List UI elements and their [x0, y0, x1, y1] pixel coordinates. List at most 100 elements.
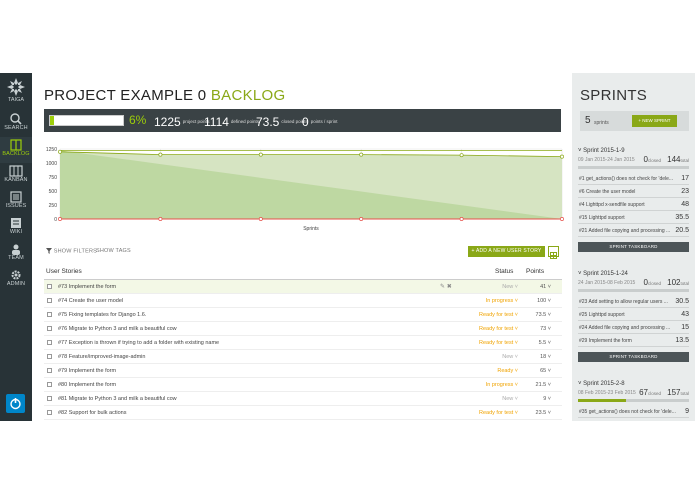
delete-icon[interactable]: ✖ — [445, 284, 452, 290]
status-dropdown[interactable]: Ready for test ˅ — [479, 340, 518, 346]
nav-item-backlog[interactable]: BACKLOG — [0, 137, 32, 163]
row-checkbox[interactable] — [47, 284, 52, 289]
sprint-story-item[interactable]: #1 get_actions() does not check for 'del… — [578, 172, 689, 185]
nav-item-kanban[interactable]: KANBAN — [0, 163, 32, 189]
col-user-stories[interactable]: User Stories — [46, 268, 82, 275]
row-checkbox[interactable] — [47, 368, 52, 373]
status-dropdown[interactable]: In progress ˅ — [486, 382, 518, 388]
row-checkbox[interactable] — [47, 354, 52, 359]
power-button[interactable] — [6, 394, 25, 413]
stat-label: points / sprint — [310, 119, 338, 125]
sprint-story-item[interactable]: #21 Added file copying and processing ..… — [578, 224, 689, 237]
table-row[interactable]: #75 Fixing templates for Django 1.6. Read… — [44, 308, 562, 322]
sprint-story-item[interactable]: #6 Create the user model 23 — [578, 185, 689, 198]
table-row[interactable]: #73 Implement the form ✎ ✖ New ˅ 41 ˅ — [44, 280, 562, 294]
points-dropdown[interactable]: 5.5 ˅ — [539, 340, 551, 346]
show-filters-button[interactable]: SHOW FILTERS — [46, 248, 97, 254]
sprint-story-subject[interactable]: #23 Add setting to allow regular users .… — [579, 299, 668, 305]
status-dropdown[interactable]: New ˅ — [502, 354, 518, 360]
row-checkbox[interactable] — [47, 410, 52, 415]
row-checkbox[interactable] — [47, 326, 52, 331]
points-dropdown[interactable]: 21.5 ˅ — [536, 382, 551, 388]
points-dropdown[interactable]: 65 ˅ — [540, 368, 551, 374]
story-subject-link[interactable]: #73 Implement the form — [58, 284, 116, 290]
sprint-taskboard-button[interactable]: SPRINT TASKBOARD — [578, 242, 689, 252]
sprint-story-subject[interactable]: #25 Lighttpd support — [579, 312, 625, 318]
sprint-story-subject[interactable]: #24 Added file copying and processing ..… — [579, 325, 670, 331]
status-dropdown[interactable]: Ready for test ˅ — [479, 410, 518, 416]
sprint-name[interactable]: ˅ Sprint 2015-1-9 — [578, 148, 689, 154]
sprint-story-item[interactable]: #29 Implement the form 13.5 — [578, 334, 689, 347]
points-dropdown[interactable]: 73 ˅ — [540, 326, 551, 332]
col-status[interactable]: Status — [495, 268, 513, 275]
status-dropdown[interactable]: Ready for test ˅ — [479, 312, 518, 318]
table-row[interactable]: #76 Migrate to Python 3 and milk a beaut… — [44, 322, 562, 336]
stat-value: 1225 — [154, 114, 181, 129]
sprint-story-item[interactable]: #4 Lighttpd x-sendfile support 48 — [578, 198, 689, 211]
table-row[interactable]: #81 Migrate to Python 3 and milk a beaut… — [44, 392, 562, 406]
story-subject-link[interactable]: #79 Implement the form — [58, 368, 116, 374]
story-subject-link[interactable]: #76 Migrate to Python 3 and milk a beaut… — [58, 326, 177, 332]
points-dropdown[interactable]: 41 ˅ — [540, 284, 551, 290]
sprint-story-subject[interactable]: #1 get_actions() does not check for 'del… — [579, 176, 673, 182]
points-dropdown[interactable]: 23.5 ˅ — [536, 410, 551, 416]
sprint-story-item[interactable]: #24 Added file copying and processing ..… — [578, 321, 689, 334]
sprint-story-item[interactable]: #15 Lighttpd support 35.5 — [578, 211, 689, 224]
story-subject-link[interactable]: #78 Feature/improved-image-admin — [58, 354, 145, 360]
row-checkbox[interactable] — [47, 340, 52, 345]
col-points[interactable]: Points — [526, 268, 544, 275]
sprint-story-item[interactable]: #35 get_actions() does not check for 'de… — [578, 405, 689, 418]
story-subject-link[interactable]: #81 Migrate to Python 3 and milk a beaut… — [58, 396, 177, 402]
points-dropdown[interactable]: 18 ˅ — [540, 354, 551, 360]
status-dropdown[interactable]: Ready ˅ — [497, 368, 518, 374]
points-dropdown[interactable]: 73.5 ˅ — [536, 312, 551, 318]
bulk-add-button[interactable] — [548, 246, 559, 259]
sprint-story-subject[interactable]: #35 get_actions() does not check for 'de… — [579, 409, 676, 415]
table-row[interactable]: #82 Support for bulk actions Ready for te… — [44, 406, 562, 420]
nav-item-team[interactable]: TEAM — [0, 241, 32, 267]
sprint-story-subject[interactable]: #15 Lighttpd support — [579, 215, 625, 221]
show-tags-button[interactable]: SHOW TAGS — [96, 248, 131, 254]
nav-item-search[interactable]: SEARCH — [0, 111, 32, 137]
sprint-name[interactable]: ˅ Sprint 2015-1-24 — [578, 271, 689, 277]
status-dropdown[interactable]: Ready for test ˅ — [479, 326, 518, 332]
sprint-story-subject[interactable]: #4 Lighttpd x-sendfile support — [579, 202, 645, 208]
status-dropdown[interactable]: New ˅ — [502, 396, 518, 402]
nav-item-issues[interactable]: ISSUES — [0, 189, 32, 215]
sprint-total-points: 102total — [667, 278, 689, 287]
table-row[interactable]: #79 Implement the form Ready ˅ 65 ˅ — [44, 364, 562, 378]
sprint-story-item[interactable]: #25 Lighttpd support 43 — [578, 308, 689, 321]
story-subject-link[interactable]: #82 Support for bulk actions — [58, 410, 127, 416]
story-subject-link[interactable]: #74 Create the user model — [58, 298, 123, 304]
add-user-story-button[interactable]: + ADD A NEW USER STORY — [468, 246, 545, 257]
sprint-name[interactable]: ˅ Sprint 2015-2-8 — [578, 381, 689, 387]
table-row[interactable]: #74 Create the user model In progress ˅ 10… — [44, 294, 562, 308]
nav-item-admin[interactable]: ADMIN — [0, 267, 32, 293]
points-dropdown[interactable]: 9 ˅ — [543, 396, 551, 402]
row-checkbox[interactable] — [47, 396, 52, 401]
stat-label: project points — [182, 119, 210, 125]
row-checkbox[interactable] — [47, 312, 52, 317]
new-sprint-button[interactable]: + NEW SPRINT — [632, 115, 677, 127]
sprint-card: ˅ Sprint 2015-2-8 08 Feb 2015-23 Feb 2015… — [578, 381, 689, 418]
table-row[interactable]: #80 Implement the form In progress ˅ 21.5 … — [44, 378, 562, 392]
sprint-taskboard-button[interactable]: SPRINT TASKBOARD — [578, 352, 689, 362]
row-checkbox[interactable] — [47, 382, 52, 387]
table-row[interactable]: #77 Exception is thrown if trying to add… — [44, 336, 562, 350]
nav-item-wiki[interactable]: WIKI — [0, 215, 32, 241]
sprint-story-item[interactable]: #23 Add setting to allow regular users .… — [578, 295, 689, 308]
sprint-story-subject[interactable]: #29 Implement the form — [579, 338, 632, 344]
sprint-count: 5 — [585, 115, 591, 126]
sprint-story-subject[interactable]: #6 Create the user model — [579, 189, 635, 195]
sprint-story-subject[interactable]: #21 Added file copying and processing ..… — [579, 228, 670, 234]
status-dropdown[interactable]: In progress ˅ — [486, 298, 518, 304]
points-dropdown[interactable]: 100 ˅ — [537, 298, 551, 304]
main-nav: TAIGA SEARCH BACKLOG KANBAN ISSUES WIKI … — [0, 73, 32, 421]
status-dropdown[interactable]: New ˅ — [502, 284, 518, 290]
story-subject-link[interactable]: #75 Fixing templates for Django 1.6. — [58, 312, 146, 318]
table-row[interactable]: #78 Feature/improved-image-admin New ˅ 18 … — [44, 350, 562, 364]
row-checkbox[interactable] — [47, 298, 52, 303]
story-subject-link[interactable]: #80 Implement the form — [58, 382, 116, 388]
taiga-logo-icon[interactable] — [6, 77, 26, 97]
story-subject-link[interactable]: #77 Exception is thrown if trying to add… — [58, 340, 219, 346]
